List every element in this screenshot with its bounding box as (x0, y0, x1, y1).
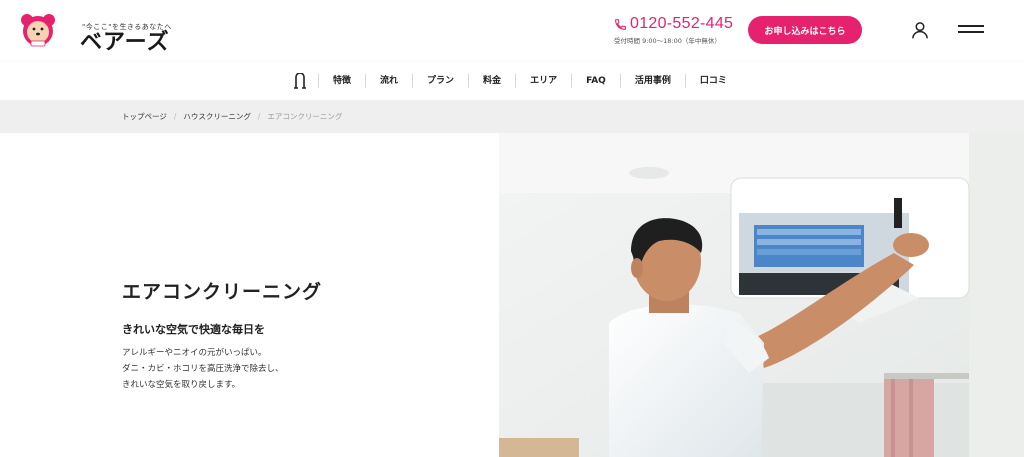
hero-text-panel: エアコンクリーニング きれいな空気で快適な毎日を アレルギーやニオイの元がいっぱ… (0, 133, 499, 457)
breadcrumb-bar: トップページ / ハウスクリーニング / エアコンクリーニング (0, 100, 1024, 133)
breadcrumb-separator: / (257, 112, 261, 121)
aircon-cleaning-photo (499, 133, 1024, 457)
page-title: エアコンクリーニング (122, 281, 323, 303)
phone-number: 0120-552-445 (630, 15, 734, 32)
breadcrumb-separator: / (173, 112, 177, 121)
main-nav: 特徴 流れ プラン 料金 エリア FAQ 活用事例 口コミ (0, 62, 1024, 100)
phone-hours: 受付時間 9:00〜18:00（年中無休） (614, 37, 721, 45)
nav-home[interactable] (282, 62, 318, 100)
hero-description-line: アレルギーやニオイの元がいっぱい。 (122, 348, 267, 358)
breadcrumb-link-top[interactable]: トップページ (122, 111, 167, 122)
nav-item-features[interactable]: 特徴 (318, 74, 365, 88)
phone-icon (615, 18, 626, 30)
home-icon (294, 73, 306, 89)
nav-item-flow[interactable]: 流れ (365, 74, 412, 88)
site-header: "今ここ"を生きるあなたへ ベアーズ 0120-552-445 受付時間 9:0… (0, 0, 1024, 60)
hero-subtitle: きれいな空気で快適な毎日を (122, 323, 265, 336)
nav-item-plan[interactable]: プラン (412, 74, 468, 88)
phone-link[interactable]: 0120-552-445 (614, 15, 733, 33)
user-account-icon[interactable] (910, 20, 930, 40)
breadcrumb: トップページ / ハウスクリーニング / エアコンクリーニング (122, 111, 342, 122)
logo-link[interactable]: "今ここ"を生きるあなたへ ベアーズ (20, 10, 171, 55)
nav-item-reviews[interactable]: 口コミ (684, 74, 741, 88)
breadcrumb-current: エアコンクリーニング (267, 112, 343, 121)
hero-description: アレルギーやニオイの元がいっぱい。 ダニ・カビ・ホコリを高圧洗浄で除去し、 きれ… (122, 345, 284, 393)
nav-item-cases[interactable]: 活用事例 (619, 74, 685, 88)
logo-wordmark: ベアーズ (80, 30, 170, 55)
nav-item-faq[interactable]: FAQ (571, 74, 620, 88)
nav-item-area[interactable]: エリア (515, 74, 571, 88)
apply-button[interactable]: お申し込みはこちら (748, 16, 862, 44)
hamburger-menu-icon[interactable] (958, 25, 984, 35)
breadcrumb-link-house-cleaning[interactable]: ハウスクリーニング (183, 111, 251, 122)
hero-image (499, 133, 1024, 457)
hero-description-line: きれいな空気を取り戻します。 (122, 380, 241, 390)
nav-item-price[interactable]: 料金 (468, 74, 515, 88)
bear-mascot-icon (21, 14, 55, 47)
hero-description-line: ダニ・カビ・ホコリを高圧洗浄で除去し、 (122, 364, 284, 374)
